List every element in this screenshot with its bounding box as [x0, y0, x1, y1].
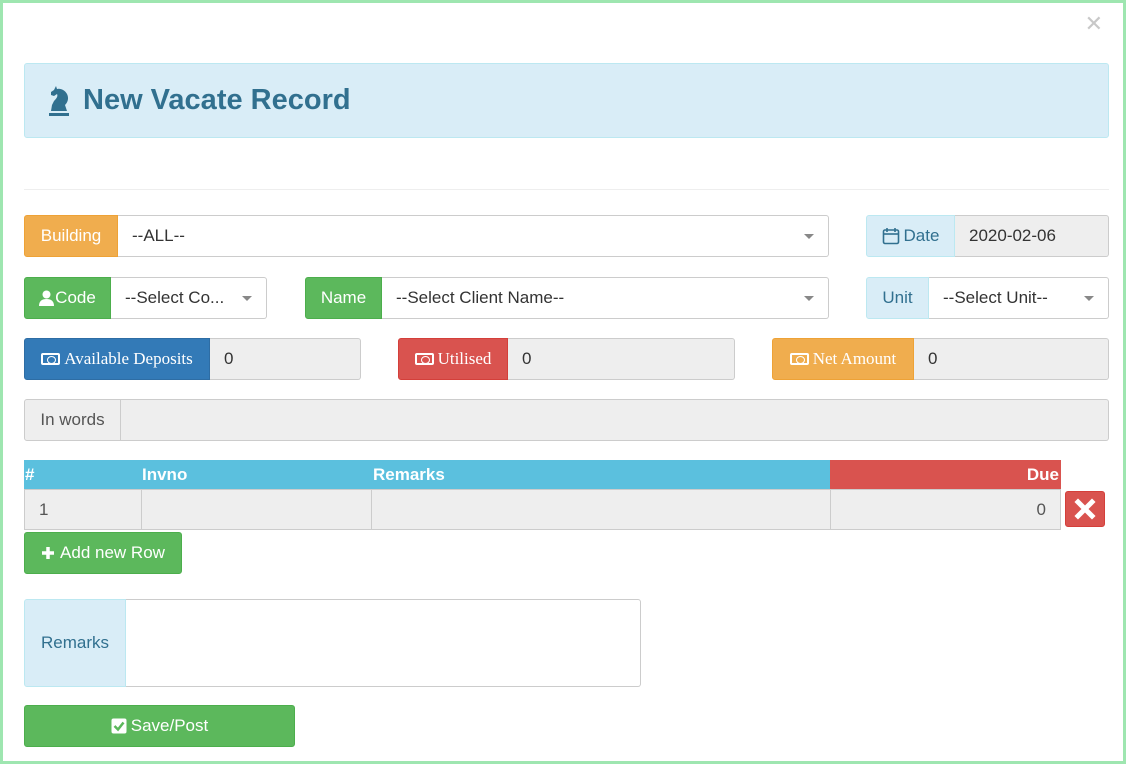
- available-deposits-addon: Available Deposits: [24, 338, 210, 380]
- code-group: Code --Select Co...: [24, 277, 267, 319]
- chevron-down-icon: [804, 295, 814, 301]
- chevron-down-icon: [804, 233, 814, 239]
- add-new-row-button[interactable]: Add new Row: [24, 532, 182, 574]
- code-label-addon: Code: [24, 277, 111, 319]
- unit-label: Unit: [866, 277, 929, 319]
- utilised-label: Utilised: [437, 349, 492, 368]
- name-select[interactable]: --Select Client Name--: [382, 277, 829, 319]
- title-panel: New Vacate Record: [24, 63, 1109, 138]
- money-icon: [414, 353, 434, 365]
- add-new-row-label: Add new Row: [60, 543, 165, 562]
- date-label: Date: [903, 226, 940, 245]
- building-select[interactable]: --ALL--: [118, 215, 829, 257]
- date-group: Date 2020-02-06: [866, 215, 1109, 257]
- unit-select[interactable]: --Select Unit--: [929, 277, 1109, 319]
- money-icon: [789, 353, 809, 365]
- page-title: New Vacate Record: [83, 84, 351, 116]
- available-deposits-input[interactable]: 0: [210, 338, 361, 380]
- header-invno: Invno: [142, 464, 188, 484]
- chevron-down-icon: [1084, 295, 1094, 301]
- building-value: --ALL--: [132, 226, 185, 245]
- name-value: --Select Client Name--: [396, 288, 565, 307]
- user-icon: [39, 290, 55, 306]
- remarks-label: Remarks: [24, 599, 126, 687]
- table-header-info: # Invno Remarks: [24, 460, 830, 489]
- available-deposits-group: Available Deposits 0: [24, 338, 361, 380]
- utilised-addon: Utilised: [398, 338, 508, 380]
- divider: [24, 189, 1109, 190]
- chevron-down-icon: [242, 295, 252, 301]
- row-num-cell[interactable]: 1: [24, 489, 142, 530]
- money-icon: [41, 353, 61, 365]
- date-input[interactable]: 2020-02-06: [955, 215, 1109, 257]
- table-header-due: Due: [830, 460, 1061, 489]
- chess-knight-icon: [49, 85, 69, 116]
- plus-icon: [42, 547, 55, 559]
- save-post-button[interactable]: Save/Post: [24, 705, 295, 747]
- code-select[interactable]: --Select Co...: [111, 277, 267, 319]
- utilised-value: 0: [522, 349, 532, 368]
- available-deposits-value: 0: [224, 349, 234, 368]
- code-value: --Select Co...: [125, 288, 225, 307]
- row-num: 1: [39, 499, 49, 519]
- date-value: 2020-02-06: [969, 226, 1056, 245]
- save-post-label: Save/Post: [130, 716, 209, 735]
- in-words-input[interactable]: [121, 399, 1109, 441]
- unit-value: --Select Unit--: [943, 288, 1048, 307]
- close-icon: [1074, 498, 1096, 520]
- check-square-icon: [111, 718, 127, 734]
- in-words-group: In words: [24, 399, 1109, 441]
- net-amount-value: 0: [928, 349, 938, 368]
- row-due: 0: [1036, 499, 1046, 519]
- row-remarks-cell[interactable]: [371, 489, 831, 530]
- utilised-group: Utilised 0: [398, 338, 735, 380]
- in-words-label: In words: [24, 399, 121, 441]
- calendar-icon: [882, 228, 899, 245]
- remarks-group: Remarks: [24, 599, 641, 687]
- unit-group: Unit --Select Unit--: [866, 277, 1109, 319]
- date-label-addon: Date: [866, 215, 955, 257]
- row-due-cell[interactable]: 0: [830, 489, 1061, 530]
- delete-row-button[interactable]: [1065, 491, 1105, 527]
- building-group: Building --ALL--: [24, 215, 829, 257]
- net-amount-addon: Net Amount: [772, 338, 914, 380]
- header-num: #: [25, 464, 35, 484]
- code-label: Code: [55, 288, 96, 307]
- header-due: Due: [1026, 464, 1059, 484]
- row-invno-cell[interactable]: [141, 489, 372, 530]
- utilised-input[interactable]: 0: [508, 338, 735, 380]
- vacate-record-modal: ✕ New Vacate Record Building --ALL-- Dat…: [0, 0, 1126, 764]
- available-deposits-label: Available Deposits: [64, 349, 193, 368]
- building-label: Building: [24, 215, 118, 257]
- name-group: Name --Select Client Name--: [305, 277, 829, 319]
- net-amount-input[interactable]: 0: [914, 338, 1109, 380]
- net-amount-group: Net Amount 0: [772, 338, 1109, 380]
- header-remarks: Remarks: [373, 464, 445, 484]
- remarks-textarea[interactable]: [126, 599, 641, 687]
- close-icon[interactable]: ✕: [1085, 11, 1103, 37]
- name-label: Name: [305, 277, 382, 319]
- net-amount-label: Net Amount: [812, 349, 897, 368]
